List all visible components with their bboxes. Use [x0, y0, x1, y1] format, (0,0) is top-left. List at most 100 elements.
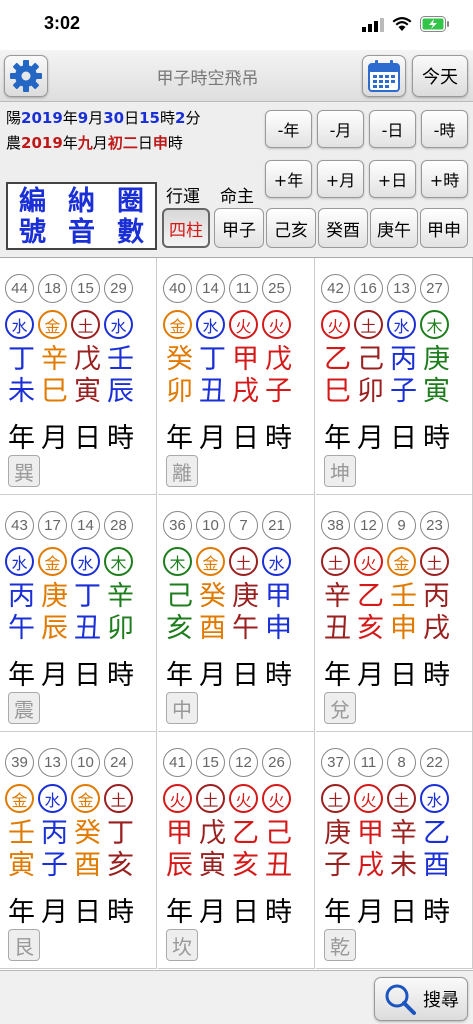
- element-badge: 水: [196, 310, 225, 339]
- element-badge: 水: [262, 547, 291, 576]
- heavenly-stem: 癸: [199, 581, 226, 612]
- element-badge: 木: [163, 547, 192, 576]
- mode-nayin[interactable]: 納音: [57, 184, 106, 248]
- palace-cell[interactable]: 40 14 11 25 金水火火癸丁甲戊卯丑戌子年月日時離: [158, 258, 315, 495]
- palace-number: 16: [354, 274, 383, 303]
- palace-number: 37: [321, 748, 350, 777]
- mode-circles[interactable]: 圈數: [106, 184, 155, 248]
- heavenly-stem: 丙: [390, 344, 417, 375]
- palace-cell[interactable]: 39 13 10 24 金水金土壬丙癸丁寅子酉亥年月日時艮: [0, 732, 157, 969]
- earthly-branch-row: 亥酉午申: [163, 613, 295, 644]
- mode-number[interactable]: 編號: [8, 184, 57, 248]
- position-label: 時: [265, 897, 292, 928]
- element-badge: 木: [104, 547, 133, 576]
- element-badge: 水: [5, 547, 34, 576]
- position-label: 日: [74, 897, 101, 928]
- minus-month-button[interactable]: -月: [317, 110, 364, 148]
- palace-number: 7: [229, 511, 258, 540]
- palace-cell[interactable]: 43 17 14 28 水金水木丙庚丁辛午辰丑卯年月日時震: [0, 495, 157, 732]
- palace-number: 11: [229, 274, 258, 303]
- plus-year-button[interactable]: +年: [265, 160, 312, 198]
- heavenly-stem: 丙: [41, 818, 68, 849]
- position-label: 月: [357, 423, 384, 454]
- calendar-button[interactable]: [362, 55, 406, 97]
- palace-cell[interactable]: 41 15 12 26 火土火火甲戊乙己辰寅亥丑年月日時坎: [158, 732, 315, 969]
- position-label: 日: [232, 423, 259, 454]
- pillar-tab-jihai[interactable]: 己亥: [266, 208, 316, 248]
- palace-number: 10: [196, 511, 225, 540]
- element-badge: 金: [38, 310, 67, 339]
- position-label: 月: [357, 897, 384, 928]
- heavenly-stem-row: 乙己丙庚: [321, 344, 453, 375]
- minus-day-button[interactable]: -日: [369, 110, 416, 148]
- earthly-branch: 午: [8, 613, 35, 644]
- solar-date: 陽2019年9月30日15時2分: [6, 109, 201, 127]
- element-badge: 水: [5, 310, 34, 339]
- position-row: 年月日時: [321, 416, 453, 455]
- settings-button[interactable]: [4, 55, 48, 97]
- mode-selector[interactable]: 編號 納音 圈數: [6, 182, 157, 250]
- element-badge: 金: [196, 547, 225, 576]
- palace-number-row: 37 11 8 22: [321, 748, 453, 777]
- minus-year-button[interactable]: -年: [265, 110, 312, 148]
- element-badge: 火: [262, 784, 291, 813]
- calendar-icon: [368, 60, 400, 92]
- element-badge: 土: [196, 784, 225, 813]
- earthly-branch: 子: [265, 376, 292, 407]
- palace-cell[interactable]: 37 11 8 22 土火土水庚甲辛乙子戌未酉年月日時乾: [316, 732, 473, 969]
- earthly-branch: 午: [232, 613, 259, 644]
- earthly-branch: 酉: [74, 850, 101, 881]
- earthly-branch: 酉: [199, 613, 226, 644]
- palace-number: 27: [420, 274, 449, 303]
- palace-cell[interactable]: 44 18 15 29 水金土水丁辛戊壬未巳寅辰年月日時巽: [0, 258, 157, 495]
- earthly-branch-row: 卯丑戌子: [163, 376, 295, 407]
- minus-hour-button[interactable]: -時: [421, 110, 468, 148]
- palace-cell[interactable]: 42 16 13 27 火土水木乙己丙庚巳卯子寅年月日時坤: [316, 258, 473, 495]
- pillar-tab-guiyou[interactable]: 癸酉: [318, 208, 368, 248]
- earthly-branch: 辰: [166, 850, 193, 881]
- cellular-signal-icon: [362, 18, 384, 32]
- palace-cell[interactable]: 38 12 9 23 土火金土辛乙壬丙丑亥申戌年月日時兌: [316, 495, 473, 732]
- palace-number: 15: [196, 748, 225, 777]
- palace-number: 36: [163, 511, 192, 540]
- heavenly-stem: 辛: [41, 344, 68, 375]
- element-badge: 土: [387, 784, 416, 813]
- plus-month-button[interactable]: +月: [317, 160, 364, 198]
- pillar-tab-jiazi[interactable]: 甲子: [214, 208, 264, 248]
- position-label: 日: [74, 660, 101, 691]
- palace-number: 8: [387, 748, 416, 777]
- palace-number: 42: [321, 274, 350, 303]
- palace-number: 25: [262, 274, 291, 303]
- position-label: 年: [8, 660, 35, 691]
- plus-day-button[interactable]: +日: [369, 160, 416, 198]
- wifi-icon: [392, 17, 412, 31]
- position-label: 日: [390, 897, 417, 928]
- palace-number: 12: [229, 748, 258, 777]
- earthly-branch: 辰: [41, 613, 68, 644]
- position-label: 日: [232, 660, 259, 691]
- palace-number: 41: [163, 748, 192, 777]
- pillar-tab-gengwu[interactable]: 庚午: [370, 208, 418, 248]
- plus-hour-button[interactable]: +時: [421, 160, 468, 198]
- pillar-tab-jiashen[interactable]: 甲申: [420, 208, 468, 248]
- position-label: 月: [357, 660, 384, 691]
- today-button[interactable]: 今天: [412, 55, 468, 97]
- earthly-branch: 戌: [232, 376, 259, 407]
- position-label: 時: [107, 897, 134, 928]
- heavenly-stem: 辛: [390, 818, 417, 849]
- status-time: 3:02: [44, 13, 81, 33]
- heavenly-stem: 己: [265, 818, 292, 849]
- earthly-branch: 酉: [423, 850, 450, 881]
- search-button[interactable]: 搜尋: [374, 977, 468, 1021]
- element-badge: 火: [354, 784, 383, 813]
- palace-cell[interactable]: 36 10 7 21 木金土水己癸庚甲亥酉午申年月日時中: [158, 495, 315, 732]
- position-label: 年: [8, 897, 35, 928]
- status-bar: 3:02: [0, 0, 473, 50]
- earthly-branch: 亥: [232, 850, 259, 881]
- earthly-branch: 寅: [423, 376, 450, 407]
- pillar-tab-sizhu[interactable]: 四柱: [162, 208, 210, 248]
- trigram-badge: 兌: [324, 692, 356, 724]
- position-label: 年: [166, 423, 193, 454]
- element-badge: 火: [321, 310, 350, 339]
- heavenly-stem: 戊: [74, 344, 101, 375]
